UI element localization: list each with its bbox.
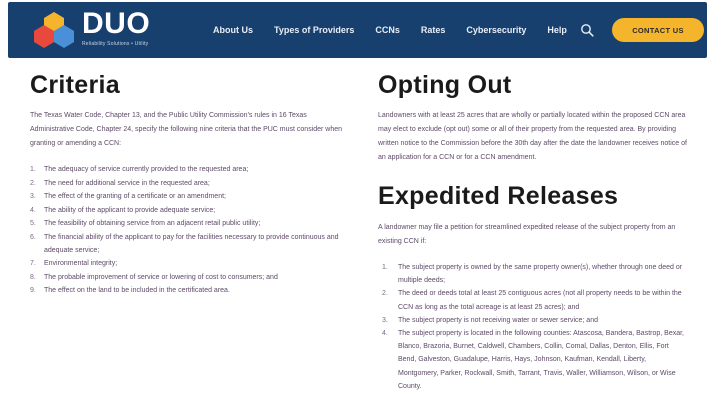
nav-cybersecurity[interactable]: Cybersecurity (466, 25, 526, 35)
nav-about-us[interactable]: About Us (213, 25, 253, 35)
list-item: 2. The need for additional service in the… (30, 179, 210, 187)
list-item: 3. The effect of the granting of a certif… (30, 193, 226, 200)
expedited-releases-heading: Expedited Releases (378, 182, 619, 210)
opting-out-text: Landowners with at least 25 acres that a… (378, 112, 687, 161)
criteria-list: 1. The adequacy of service currently prov… (30, 163, 350, 297)
main-nav: About Us Types of Providers CCNs Rates C… (213, 2, 588, 58)
list-item: 7. Environmental integrity; (30, 260, 118, 267)
site-header: DUO Reliability Solutions • Utility Abou… (8, 2, 707, 58)
list-item: 3. The subject property is not receiving … (382, 316, 598, 324)
list-item: 8. The probable improvement of service or… (30, 273, 278, 281)
nav-ccns[interactable]: CCNs (375, 25, 400, 35)
expedited-intro: A landowner may file a petition for stre… (378, 224, 676, 245)
list-item: 1. The adequacy of service currently prov… (30, 166, 249, 173)
search-icon[interactable] (580, 23, 594, 37)
list-item: 5. The feasibility of obtaining service f… (30, 220, 261, 227)
criteria-intro: The Texas Water Code, Chapter 13, and th… (30, 112, 343, 147)
criteria-section: Criteria The Texas Water Code, Chapter 1… (30, 62, 350, 298)
brand[interactable]: DUO Reliability Solutions • Utility (82, 7, 151, 48)
list-item: 1. The subject property is owned by the s… (382, 264, 683, 285)
nav-rates[interactable]: Rates (421, 25, 446, 35)
nav-help[interactable]: Help (547, 25, 567, 35)
contact-us-button[interactable]: CONTACT US (612, 18, 704, 42)
list-item: 9. The effect on the land to be included … (30, 287, 230, 294)
nav-types-of-providers[interactable]: Types of Providers (274, 25, 354, 35)
expedited-list: 1. The subject property is owned by the s… (378, 261, 698, 393)
brand-tagline: Reliability Solutions • Utility (82, 41, 149, 47)
list-item: 2. The deed or deeds total at least 25 co… (382, 290, 682, 311)
right-column: Opting Out Landowners with at least 25 a… (378, 62, 698, 393)
list-item: 4. The ability of the applicant to provid… (30, 206, 216, 214)
criteria-heading: Criteria (30, 71, 120, 99)
logo-icon[interactable] (34, 10, 74, 50)
brand-name: DUO (82, 7, 151, 40)
list-item: 6. The financial ability of the applicant… (30, 233, 339, 254)
opting-out-heading: Opting Out (378, 71, 512, 99)
list-item: 4. The subject property is located in the… (382, 330, 684, 390)
